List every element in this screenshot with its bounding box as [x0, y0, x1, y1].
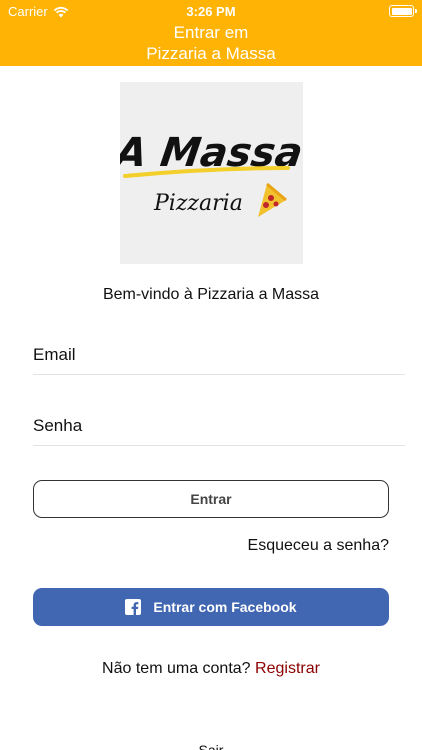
clock: 3:26 PM — [186, 4, 236, 19]
register-link[interactable]: Registrar — [255, 660, 320, 677]
password-field[interactable] — [33, 406, 405, 446]
email-input[interactable] — [33, 335, 405, 374]
title-line-1: Entrar em — [173, 23, 249, 42]
page-title: Entrar em Pizzaria a Massa — [0, 22, 422, 64]
email-field[interactable] — [33, 335, 405, 375]
login-button[interactable]: Entrar — [33, 480, 389, 518]
register-prompt-text: Não tem uma conta? — [102, 660, 251, 677]
pizza-slice-icon — [258, 182, 287, 217]
facebook-button-label: Entrar com Facebook — [153, 599, 297, 615]
facebook-icon — [125, 599, 142, 615]
forgot-password-link[interactable]: Esqueceu a senha? — [248, 537, 389, 555]
exit-button[interactable]: Sair — [0, 742, 422, 750]
pizzaria-logo-image: A Massa Pizzaria — [120, 130, 303, 217]
facebook-login-button[interactable]: Entrar com Facebook — [33, 588, 389, 626]
logo: A Massa Pizzaria — [120, 82, 303, 264]
battery-icon — [389, 5, 417, 17]
title-line-2: Pizzaria a Massa — [146, 44, 276, 63]
app-header: Carrier 3:26 PM Entrar em Pizzaria a Mas… — [0, 0, 422, 66]
register-prompt: Não tem uma conta? Registrar — [0, 660, 422, 678]
logo-text-sub: Pizzaria — [153, 191, 243, 216]
welcome-text: Bem-vindo à Pizzaria a Massa — [102, 286, 320, 303]
password-input[interactable] — [33, 406, 405, 445]
status-bar: Carrier 3:26 PM — [0, 0, 422, 22]
